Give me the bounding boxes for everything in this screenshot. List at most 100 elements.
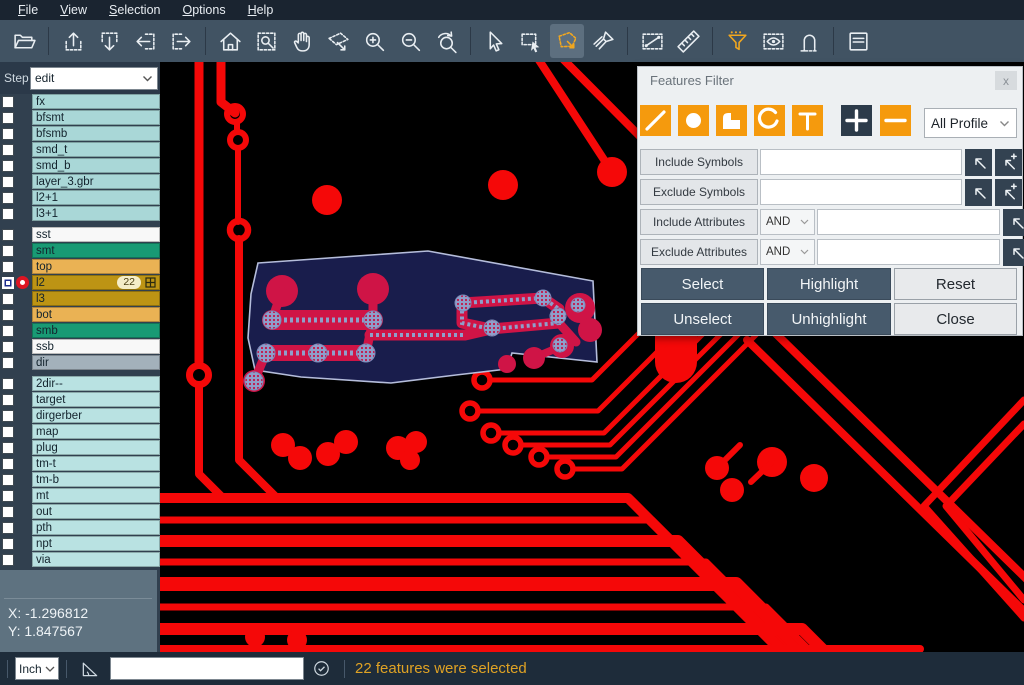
layer-row-map[interactable]: map [0, 424, 160, 439]
layer-checkbox[interactable] [2, 261, 14, 273]
layer-row-smd_b[interactable]: smd_b [0, 158, 160, 173]
layer-checkbox[interactable] [2, 394, 14, 406]
step-select[interactable]: edit [30, 67, 158, 90]
layer-checkbox[interactable] [2, 192, 14, 204]
layer-name[interactable]: sst [32, 227, 160, 242]
menu-view[interactable]: View [50, 1, 97, 19]
include-symbols-input[interactable] [760, 149, 962, 175]
and-or-select[interactable]: AND [760, 239, 815, 265]
pick-add-arrow-icon[interactable] [995, 179, 1022, 206]
layer-row-bot[interactable]: bot [0, 307, 160, 322]
layer-name[interactable]: target [32, 392, 160, 407]
layer-name[interactable]: fx [32, 94, 160, 109]
layer-name[interactable]: l2+1 [32, 190, 160, 205]
layer-name[interactable]: layer_3.gbr [32, 174, 160, 189]
layer-row-layer_3.gbr[interactable]: layer_3.gbr [0, 174, 160, 189]
layer-name[interactable]: smt [32, 243, 160, 258]
layer-row-tm-t[interactable]: tm-t [0, 456, 160, 471]
menu-help[interactable]: Help [238, 1, 284, 19]
layer-row-npt[interactable]: npt [0, 536, 160, 551]
layer-checkbox[interactable] [2, 426, 14, 438]
layer-name[interactable]: bfsmb [32, 126, 160, 141]
layer-name[interactable]: bfsmt [32, 110, 160, 125]
layer-row-sst[interactable]: sst [0, 227, 160, 242]
layer-row-dirgerber[interactable]: dirgerber [0, 408, 160, 423]
layer-row-bfsmb[interactable]: bfsmb [0, 126, 160, 141]
dialog-titlebar[interactable]: Features Filter [638, 67, 1022, 93]
layer-name[interactable]: dirgerber [32, 408, 160, 423]
layer-name[interactable]: tm-b [32, 472, 160, 487]
layer-checkbox[interactable] [2, 506, 14, 518]
layer-checkbox[interactable] [2, 538, 14, 550]
exclude-attributes-input[interactable] [817, 239, 1000, 265]
layer-name[interactable]: bot [32, 307, 160, 322]
layer-name[interactable]: plug [32, 440, 160, 455]
layer-name[interactable]: l222 [32, 275, 160, 290]
layer-checkbox[interactable] [2, 112, 14, 124]
command-input[interactable] [110, 657, 304, 680]
units-select[interactable]: Inch [15, 657, 59, 680]
filter-type-line-icon[interactable] [640, 105, 671, 136]
open-folder-icon[interactable] [7, 24, 41, 58]
menu-selection[interactable]: Selection [99, 1, 170, 19]
measure-icon[interactable] [635, 24, 669, 58]
layer-checkbox[interactable] [2, 378, 14, 390]
include-attributes-input[interactable] [817, 209, 1000, 235]
pan-right-icon[interactable] [164, 24, 198, 58]
and-or-select[interactable]: AND [760, 209, 815, 235]
layer-name[interactable]: pth [32, 520, 160, 535]
layer-checkbox[interactable] [2, 341, 14, 353]
layer-checkbox[interactable] [2, 128, 14, 140]
reset-button[interactable]: Reset [894, 268, 1017, 300]
clean-brush-icon[interactable] [586, 24, 620, 58]
layer-row-mt[interactable]: mt [0, 488, 160, 503]
grid-icon[interactable] [145, 277, 156, 288]
filter-type-surface-icon[interactable] [716, 105, 747, 136]
layer-name[interactable]: ssb [32, 339, 160, 354]
layer-row-fx[interactable]: fx [0, 94, 160, 109]
layer-name[interactable]: dir [32, 355, 160, 370]
layer-row-bfsmt[interactable]: bfsmt [0, 110, 160, 125]
layer-checkbox[interactable] [2, 176, 14, 188]
layer-checkbox[interactable] [2, 160, 14, 172]
layer-checkbox[interactable] [2, 458, 14, 470]
add-icon[interactable] [841, 105, 872, 136]
layer-checkbox[interactable] [2, 442, 14, 454]
pan-left-icon[interactable] [128, 24, 162, 58]
layer-name[interactable]: 2dir-- [32, 376, 160, 391]
layer-name[interactable]: smd_b [32, 158, 160, 173]
refresh-check-icon[interactable] [312, 659, 331, 678]
zoom-object-icon[interactable] [321, 24, 355, 58]
layer-row-2dir--[interactable]: 2dir-- [0, 376, 160, 391]
pan-hand-icon[interactable] [285, 24, 319, 58]
menu-options[interactable]: Options [172, 1, 235, 19]
layer-row-plug[interactable]: plug [0, 440, 160, 455]
zoom-area-icon[interactable] [249, 24, 283, 58]
layer-checkbox[interactable] [2, 144, 14, 156]
filter-type-arc-icon[interactable] [754, 105, 785, 136]
pick-add-arrow-icon[interactable] [995, 149, 1022, 176]
layer-row-smd_t[interactable]: smd_t [0, 142, 160, 157]
layer-checkbox[interactable] [2, 522, 14, 534]
angle-measure-icon[interactable] [80, 659, 100, 679]
exclude-attributes-button[interactable]: Exclude Attributes [640, 239, 758, 265]
layer-checkbox[interactable] [2, 229, 14, 241]
close-button[interactable]: Close [894, 303, 1017, 335]
layer-checkbox[interactable] [2, 410, 14, 422]
layer-row-l3+1[interactable]: l3+1 [0, 206, 160, 221]
layer-name[interactable]: npt [32, 536, 160, 551]
layer-checkbox[interactable] [2, 554, 14, 566]
pick-arrow-icon[interactable] [965, 149, 992, 176]
close-icon[interactable]: x [995, 71, 1017, 90]
layer-checkbox[interactable] [2, 490, 14, 502]
layer-row-ssb[interactable]: ssb [0, 339, 160, 354]
layer-name[interactable]: l3 [32, 291, 160, 306]
layer-name[interactable]: out [32, 504, 160, 519]
layer-name[interactable]: smd_t [32, 142, 160, 157]
profile-select[interactable]: All Profile [924, 108, 1017, 138]
layer-checkbox[interactable] [2, 309, 14, 321]
show-hide-eye-icon[interactable] [756, 24, 790, 58]
layer-row-l2+1[interactable]: l2+1 [0, 190, 160, 205]
pick-arrow-icon[interactable] [1003, 209, 1024, 236]
layer-checkbox[interactable] [2, 474, 14, 486]
